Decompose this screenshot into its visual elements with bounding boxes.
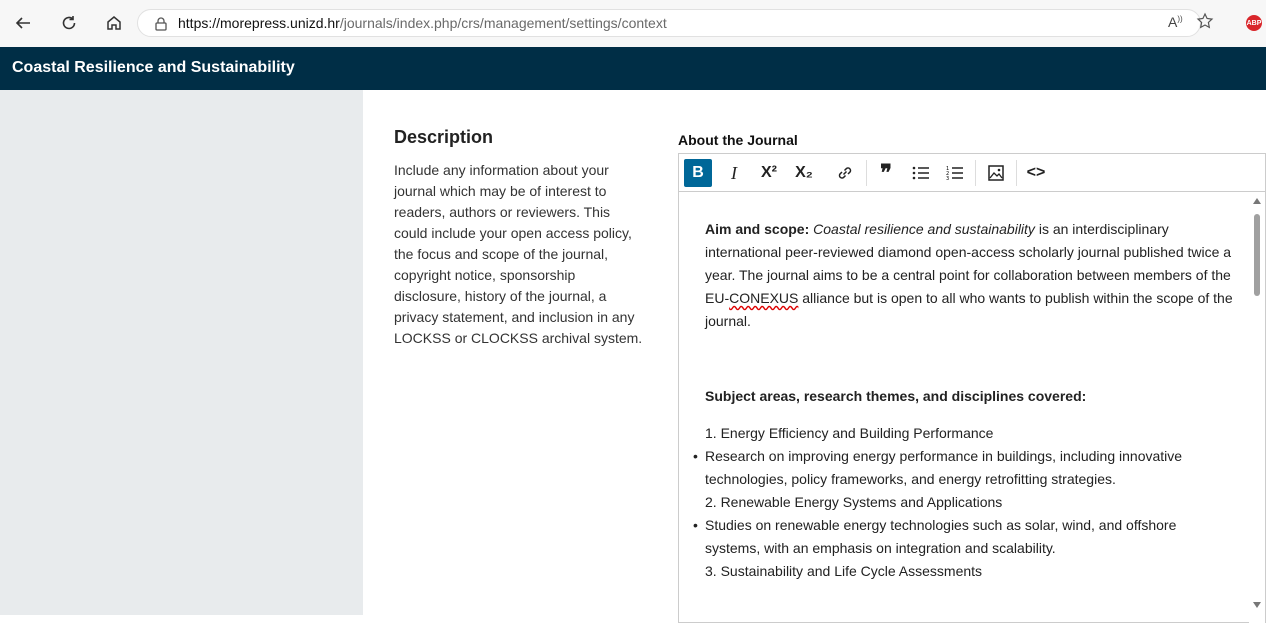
back-icon[interactable] — [10, 10, 36, 36]
bold-button[interactable]: B — [684, 159, 712, 187]
url-host: https://morepress.unizd.hr — [178, 15, 340, 31]
editor-content[interactable]: Aim and scope: Coastal resilience and su… — [693, 218, 1235, 583]
description-heading: Description — [394, 127, 494, 147]
aim-paragraph: Aim and scope: Coastal resilience and su… — [705, 218, 1235, 333]
svg-text:3: 3 — [946, 176, 949, 181]
list-item: • Studies on renewable energy technologie… — [693, 514, 1235, 560]
superscript-button[interactable]: X² — [755, 159, 783, 187]
bullet-icon: • — [693, 517, 698, 533]
about-journal-label: About the Journal — [678, 132, 798, 148]
about-journal-editor[interactable]: B I X² X₂ ❞ 123 <> Aim and scope: Coasta… — [678, 153, 1266, 624]
address-bar[interactable]: https://morepress.unizd.hr/journals/inde… — [137, 9, 1201, 37]
list-item: 3. Sustainability and Life Cycle Assessm… — [705, 563, 983, 579]
site-header: Coastal Resilience and Sustainability — [0, 47, 1266, 90]
editor-toolbar: B I X² X₂ ❞ 123 <> — [679, 154, 1265, 192]
read-aloud-icon[interactable]: A)) — [1168, 14, 1183, 30]
toolbar-divider — [975, 160, 976, 186]
blockquote-button[interactable]: ❞ — [872, 159, 900, 187]
toolbar-divider — [1016, 160, 1017, 186]
url-path: /journals/index.php/crs/management/setti… — [339, 15, 667, 31]
numbered-list-icon[interactable]: 123 — [941, 159, 969, 187]
list-item: • Research on improving energy performanc… — [693, 445, 1235, 491]
journal-title[interactable]: Coastal Resilience and Sustainability — [12, 59, 295, 77]
link-icon[interactable] — [831, 159, 859, 187]
bullet-icon: • — [693, 448, 698, 464]
list-item: 1. Energy Efficiency and Building Perfor… — [705, 425, 994, 441]
subscript-button[interactable]: X₂ — [790, 159, 818, 187]
description-text: Include any information about your journ… — [394, 162, 643, 346]
left-sidebar — [0, 90, 363, 615]
image-icon[interactable] — [982, 159, 1010, 187]
toolbar-divider — [866, 160, 867, 186]
code-button[interactable]: <> — [1022, 159, 1050, 187]
adblock-icon[interactable]: ABP — [1246, 15, 1262, 31]
subject-heading: Subject areas, research themes, and disc… — [705, 388, 1087, 404]
empty-line — [705, 333, 1235, 379]
italic-button[interactable]: I — [720, 159, 748, 187]
aim-journal-name: Coastal resilience and sustainability — [813, 221, 1035, 237]
editor-scrollbar[interactable] — [1249, 192, 1265, 624]
scroll-thumb[interactable] — [1254, 214, 1260, 296]
scroll-down-icon[interactable] — [1253, 602, 1261, 608]
refresh-icon[interactable] — [56, 10, 82, 36]
bullet-list-icon[interactable] — [907, 159, 935, 187]
home-icon[interactable] — [101, 10, 127, 36]
browser-toolbar: https://morepress.unizd.hr/journals/inde… — [0, 0, 1266, 48]
favorite-star-icon[interactable] — [1196, 12, 1214, 35]
list-item: 2. Renewable Energy Systems and Applicat… — [705, 494, 1003, 510]
url-text[interactable]: https://morepress.unizd.hr/journals/inde… — [178, 15, 667, 31]
lock-icon[interactable] — [154, 16, 168, 37]
spellcheck-word[interactable]: CONEXUS — [729, 290, 798, 306]
scroll-up-icon[interactable] — [1253, 198, 1261, 204]
aim-label: Aim and scope: — [705, 221, 810, 237]
